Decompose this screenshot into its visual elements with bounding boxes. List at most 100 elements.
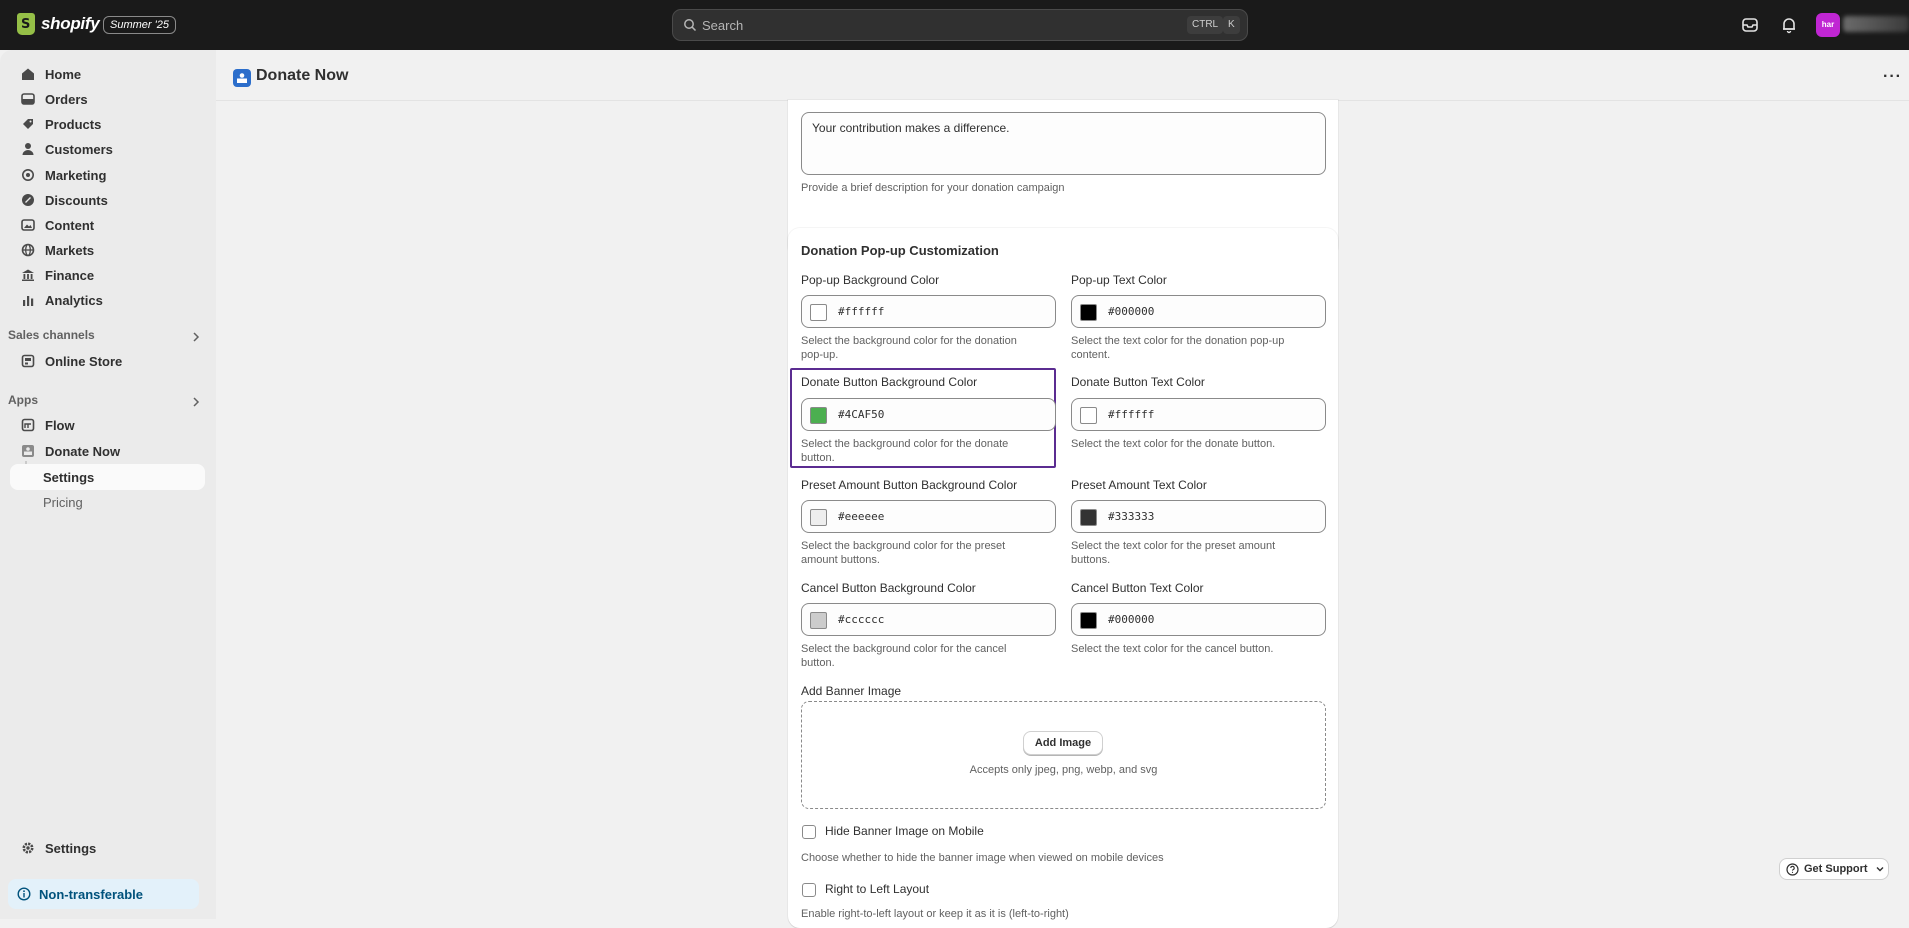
non-transferable-label: Non-transferable (39, 886, 144, 902)
add-image-button[interactable]: Add Image (1023, 731, 1103, 755)
popup-text-color-input[interactable]: #000000 (1071, 295, 1326, 328)
page-title: Donate Now (256, 67, 349, 84)
orders-icon (20, 91, 36, 107)
hide-banner-help: Choose whether to hide the banner image … (801, 852, 1164, 864)
sidebar-item-donate-now[interactable]: Donate Now (10, 438, 205, 464)
sidebar-item-finance[interactable]: Finance (10, 262, 205, 288)
sidebar-item-label: Settings (45, 840, 97, 856)
donate-bg-label: Donate Button Background Color (801, 375, 978, 389)
home-icon (20, 66, 36, 82)
sidebar-item-customers[interactable]: Customers (10, 136, 205, 162)
sidebar-item-label: Orders (45, 91, 88, 107)
search-icon (684, 19, 697, 32)
cancel-text-color-input[interactable]: #000000 (1071, 603, 1326, 636)
marketing-icon (20, 167, 36, 183)
cancel-bg-help: Select the background color for the canc… (801, 643, 1007, 655)
inbox-icon[interactable] (1740, 15, 1760, 35)
cancel-bg-color-input[interactable]: #cccccc (801, 603, 1056, 636)
shortcut-ctrl: CTRL (1187, 16, 1224, 34)
cancel-bg-help: button. (801, 657, 835, 669)
avatar[interactable]: har (1816, 13, 1840, 37)
sidebar-item-products[interactable]: Products (10, 111, 205, 137)
sidebar-item-label: Donate Now (45, 443, 121, 459)
sidebar-item-flow[interactable]: Flow (10, 412, 205, 438)
sidebar-item-settings[interactable]: Settings (10, 835, 205, 861)
more-actions-button[interactable]: ··· (1883, 68, 1902, 86)
bell-icon[interactable] (1779, 15, 1799, 35)
info-icon (17, 887, 31, 901)
popup-bg-color-input[interactable]: #ffffff (801, 295, 1056, 328)
sidebar-item-label: Settings (43, 469, 95, 485)
sidebar-subitem-pricing[interactable]: Pricing (10, 489, 205, 515)
description-textarea[interactable]: Your contribution makes a difference. (801, 112, 1326, 175)
color-swatch[interactable] (810, 407, 827, 424)
color-swatch[interactable] (810, 612, 827, 629)
rtl-checkbox[interactable] (802, 883, 816, 897)
preset-bg-help: amount buttons. (801, 554, 880, 566)
logo-text: shopify (41, 14, 100, 33)
sidebar-item-analytics[interactable]: Analytics (10, 287, 205, 313)
color-value: #ffffff (1108, 408, 1155, 421)
shopify-logo[interactable]: shopify (17, 13, 100, 35)
get-support-button[interactable]: Get Support (1779, 858, 1889, 880)
cancel-bg-label: Cancel Button Background Color (801, 581, 976, 595)
store-name-blurred[interactable] (1843, 16, 1909, 32)
sidebar-subitem-settings[interactable]: Settings (10, 464, 205, 490)
sidebar-item-label: Pricing (43, 494, 83, 510)
hide-banner-checkbox[interactable] (802, 825, 816, 839)
flow-icon (20, 417, 36, 433)
sidebar-item-discounts[interactable]: Discounts (10, 187, 205, 213)
sidebar-item-label: Home (45, 66, 82, 82)
color-swatch[interactable] (810, 304, 827, 321)
top-bar: shopify Summer '25 Search CTRL K har (0, 0, 1909, 50)
description-help: Provide a brief description for your don… (801, 182, 1065, 194)
color-swatch[interactable] (810, 509, 827, 526)
edition-badge[interactable]: Summer '25 (103, 16, 176, 34)
preset-text-color-input[interactable]: #333333 (1071, 500, 1326, 533)
sidebar-item-label: Markets (45, 242, 95, 258)
sidebar-item-label: Marketing (45, 167, 107, 183)
search-placeholder: Search (702, 18, 744, 33)
store-icon (20, 353, 36, 369)
search-input[interactable]: Search CTRL K (672, 9, 1248, 41)
color-value: #4CAF50 (838, 408, 885, 421)
preset-text-label: Preset Amount Text Color (1071, 478, 1207, 492)
sidebar-item-marketing[interactable]: Marketing (10, 162, 205, 188)
apps-header: Apps (8, 393, 38, 407)
donate-bg-help: Select the background color for the dona… (801, 438, 1009, 450)
popup-text-help: content. (1071, 349, 1111, 361)
gear-icon (20, 840, 36, 856)
analytics-icon (20, 292, 36, 308)
preset-bg-color-input[interactable]: #eeeeee (801, 500, 1056, 533)
donate-text-color-input[interactable]: #ffffff (1071, 398, 1326, 431)
color-swatch[interactable] (1080, 407, 1097, 424)
popup-bg-label: Pop-up Background Color (801, 273, 940, 287)
popup-bg-help: pop-up. (801, 349, 839, 361)
sidebar-item-online-store[interactable]: Online Store (10, 348, 205, 374)
products-icon (20, 116, 36, 132)
color-swatch[interactable] (1080, 304, 1097, 321)
non-transferable-banner[interactable]: Non-transferable (8, 879, 199, 909)
sidebar-item-orders[interactable]: Orders (10, 86, 205, 112)
banner-dropzone[interactable] (801, 701, 1326, 809)
donate-text-label: Donate Button Text Color (1071, 375, 1205, 389)
donate-text-help: Select the text color for the donate but… (1071, 438, 1276, 450)
main-content: Donate Now ··· Your contribution makes a… (216, 50, 1909, 928)
customization-card (788, 228, 1338, 928)
hide-banner-label: Hide Banner Image on Mobile (825, 824, 984, 838)
color-swatch[interactable] (1080, 612, 1097, 629)
sidebar-item-label: Flow (45, 417, 75, 433)
donate-app-icon (233, 69, 251, 87)
sidebar-item-content[interactable]: Content (10, 212, 205, 238)
sidebar-item-home[interactable]: Home (10, 61, 205, 87)
chevron-right-icon[interactable] (190, 331, 202, 343)
shortcut-k: K (1223, 16, 1240, 34)
preset-text-help: buttons. (1071, 554, 1111, 566)
chevron-right-icon[interactable] (190, 396, 202, 408)
markets-icon (20, 242, 36, 258)
donate-bg-color-input[interactable]: #4CAF50 (801, 398, 1056, 431)
cancel-text-help: Select the text color for the cancel but… (1071, 643, 1274, 655)
sidebar-item-markets[interactable]: Markets (10, 237, 205, 263)
customers-icon (20, 141, 36, 157)
color-swatch[interactable] (1080, 509, 1097, 526)
